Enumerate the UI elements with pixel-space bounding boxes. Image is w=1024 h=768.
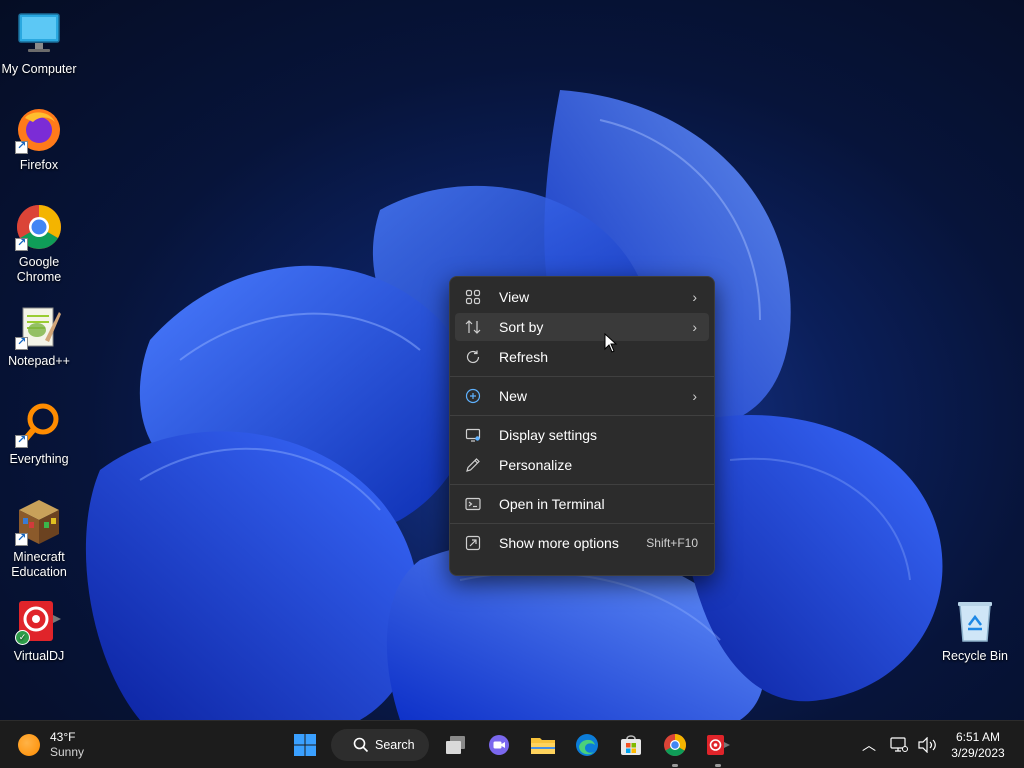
menu-item-label: Sort by xyxy=(499,319,544,335)
store-icon xyxy=(621,735,641,755)
more-options-icon xyxy=(464,534,482,552)
menu-item-refresh[interactable]: Refresh xyxy=(455,343,709,371)
minecraft-icon xyxy=(15,498,63,546)
chat-button[interactable] xyxy=(483,729,515,761)
shortcut-arrow-icon xyxy=(15,433,28,448)
menu-separator xyxy=(450,415,714,416)
desktop-icon-label: Google Chrome xyxy=(16,255,62,284)
file-explorer-button[interactable] xyxy=(527,729,559,761)
chevron-right-icon: › xyxy=(692,289,697,305)
chrome-icon xyxy=(15,203,63,251)
mouse-cursor-icon xyxy=(604,333,618,353)
search-label: Search xyxy=(375,738,415,752)
magnifier-icon xyxy=(15,400,63,448)
desktop-icon-label: VirtualDJ xyxy=(13,649,65,663)
sync-check-icon: ✓ xyxy=(15,630,30,645)
plus-circle-icon xyxy=(464,387,482,405)
clock-date: 3/29/2023 xyxy=(951,746,1005,760)
clock[interactable]: 6:51 AM 3/29/2023 xyxy=(940,729,1016,761)
taskbar-search-button[interactable]: Search xyxy=(331,729,429,761)
network-icon xyxy=(890,737,908,752)
terminal-icon xyxy=(464,495,482,513)
menu-item-label: New xyxy=(499,388,528,404)
desktop-icon-label: Notepad++ xyxy=(8,354,70,368)
chevron-right-icon: › xyxy=(692,319,697,335)
desktop-icon-notepad-plus-plus[interactable]: Notepad++ xyxy=(1,302,77,369)
shortcut-arrow-icon xyxy=(15,531,28,546)
desktop-icon-label: Minecraft Education xyxy=(11,550,67,579)
menu-item-label: Show more options xyxy=(499,535,619,551)
edge-icon xyxy=(576,734,598,756)
virtualdj-icon xyxy=(707,735,730,755)
weather-condition: Sunny xyxy=(50,745,85,759)
menu-item-show-more-options[interactable]: Show more options Shift+F10 xyxy=(455,529,709,557)
desktop-icon-virtualdj[interactable]: ✓ VirtualDJ xyxy=(1,597,77,664)
edge-button[interactable] xyxy=(571,729,603,761)
monitor-icon xyxy=(15,10,63,58)
menu-item-label: View xyxy=(499,289,530,305)
chevron-up-icon: ︿ xyxy=(862,737,876,753)
desktop-icon-label: Recycle Bin xyxy=(942,649,1008,663)
chat-icon xyxy=(489,735,509,755)
chevron-right-icon: › xyxy=(692,388,697,404)
virtualdj-icon: ✓ xyxy=(15,597,63,645)
menu-item-label: Personalize xyxy=(499,457,573,473)
desktop-icon-everything[interactable]: Everything xyxy=(1,400,77,467)
desktop-icon-firefox[interactable]: Firefox xyxy=(1,106,77,173)
chrome-icon xyxy=(664,734,686,756)
menu-separator xyxy=(450,376,714,377)
virtualdj-taskbar-button[interactable] xyxy=(702,729,734,767)
refresh-icon xyxy=(464,348,482,366)
desktop-icon-minecraft-education[interactable]: Minecraft Education xyxy=(1,498,77,580)
pen-icon xyxy=(464,456,482,474)
menu-item-open-in-terminal[interactable]: Open in Terminal xyxy=(455,490,709,518)
running-indicator xyxy=(672,764,678,767)
task-view-icon xyxy=(446,736,465,754)
desktop-icon-label: My Computer xyxy=(1,62,77,76)
menu-separator xyxy=(450,523,714,524)
menu-item-label: Display settings xyxy=(499,427,598,443)
desktop-icon-google-chrome[interactable]: Google Chrome xyxy=(1,203,77,285)
task-view-button[interactable] xyxy=(440,729,472,761)
sun-icon xyxy=(18,734,40,756)
grid-icon xyxy=(464,288,482,306)
sort-arrows-icon xyxy=(464,318,482,336)
desktop-icon-label: Everything xyxy=(9,452,69,466)
menu-item-view[interactable]: View › xyxy=(455,283,709,311)
desktop-icon-recycle-bin[interactable]: Recycle Bin xyxy=(937,597,1013,664)
desktop-icon-label: Firefox xyxy=(19,158,59,172)
shortcut-arrow-icon xyxy=(15,139,28,154)
menu-item-label: Open in Terminal xyxy=(499,496,605,512)
weather-widget[interactable]: 43°F Sunny xyxy=(18,729,84,761)
menu-item-personalize[interactable]: Personalize xyxy=(455,451,709,479)
shortcut-arrow-icon xyxy=(15,335,28,350)
clock-time: 6:51 AM xyxy=(955,730,1001,744)
file-explorer-icon xyxy=(531,738,555,754)
store-button[interactable] xyxy=(615,729,647,761)
notepad-plus-plus-icon xyxy=(15,302,63,350)
running-indicator xyxy=(715,764,721,767)
volume-icon xyxy=(918,737,936,753)
chrome-taskbar-button[interactable] xyxy=(659,729,691,767)
recycle-bin-icon xyxy=(951,597,999,645)
start-icon xyxy=(294,734,316,756)
menu-separator xyxy=(450,484,714,485)
desktop-context-menu: View › Sort by › Refresh New › Display s… xyxy=(449,276,715,576)
show-hidden-icons-button[interactable]: ︿ xyxy=(853,729,885,761)
weather-temperature: 43°F xyxy=(50,730,76,744)
menu-item-shortcut: Shift+F10 xyxy=(646,536,698,550)
display-icon xyxy=(464,426,482,444)
taskbar: 43°F Sunny Search ︿ 6:51 AM 3/29/2023 xyxy=(0,720,1024,768)
start-button[interactable] xyxy=(289,729,321,761)
desktop-icon-my-computer[interactable]: My Computer xyxy=(1,10,77,77)
search-icon xyxy=(353,737,369,753)
menu-item-display-settings[interactable]: Display settings xyxy=(455,421,709,449)
firefox-icon xyxy=(15,106,63,154)
shortcut-arrow-icon xyxy=(15,236,28,251)
menu-item-sort-by[interactable]: Sort by › xyxy=(455,313,709,341)
system-tray[interactable] xyxy=(890,729,938,761)
menu-item-new[interactable]: New › xyxy=(455,382,709,410)
